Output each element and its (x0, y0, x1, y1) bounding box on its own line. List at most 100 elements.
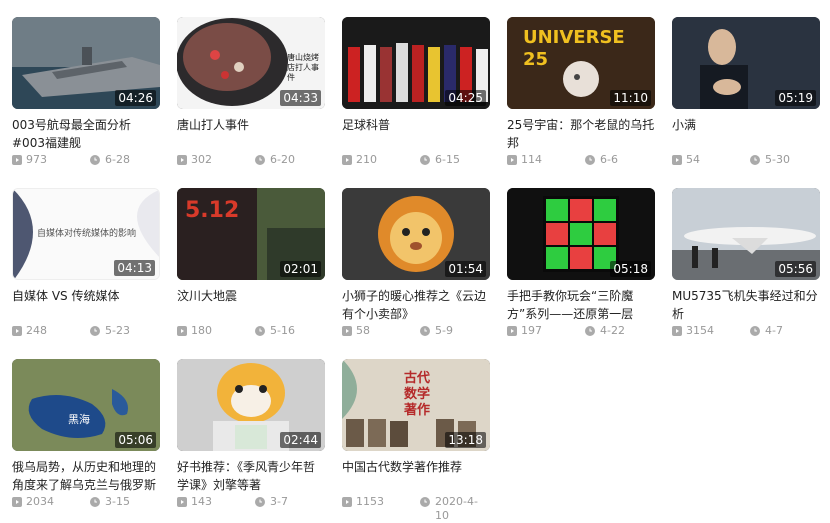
video-title[interactable]: 003号航母最全面分析#003福建舰 (12, 116, 160, 152)
duration-badge: 04:13 (114, 260, 155, 276)
upload-date: 5-23 (105, 324, 130, 337)
clock-icon (90, 497, 100, 507)
thumbnail-caption: 黑海 (68, 413, 90, 426)
upload-date: 6-6 (600, 153, 618, 166)
thumbnail-caption: 古代数学著作 (404, 371, 431, 418)
video-meta: 210 6-15 (342, 153, 490, 167)
video-card[interactable]: 01:54 小狮子的暖心推荐之《云边有个小卖部》 58 5-9 (342, 188, 490, 337)
view-count: 54 (686, 153, 700, 166)
video-title[interactable]: 小狮子的暖心推荐之《云边有个小卖部》 (342, 287, 490, 323)
video-meta: 54 5-30 (672, 153, 820, 167)
video-title[interactable]: 手把手教你玩会“三阶魔方”系列——还原第一层 (507, 287, 655, 323)
video-thumbnail[interactable]: UNIVERSE 25 11:10 (507, 17, 655, 109)
clock-icon (420, 155, 430, 165)
video-card[interactable]: 5.12 02:01 汶川大地震 180 5-16 (177, 188, 325, 337)
video-thumbnail[interactable]: 05:19 (672, 17, 820, 109)
video-meta: 197 4-22 (507, 324, 655, 338)
play-count-icon (177, 326, 187, 336)
clock-icon (255, 155, 265, 165)
duration-badge: 11:10 (610, 90, 651, 106)
video-meta: 248 5-23 (12, 324, 160, 338)
clock-icon (585, 155, 595, 165)
clock-icon (750, 326, 760, 336)
view-count: 197 (521, 324, 542, 337)
video-title[interactable]: 好书推荐：《季风青少年哲学课》刘擎等著 (177, 458, 325, 494)
upload-date: 6-15 (435, 153, 460, 166)
video-meta: 58 5-9 (342, 324, 490, 338)
play-count-icon (342, 155, 352, 165)
duration-badge: 01:54 (445, 261, 486, 277)
play-count-icon (507, 155, 517, 165)
play-count-icon (342, 497, 352, 507)
play-count-icon (507, 326, 517, 336)
video-thumbnail[interactable]: 自媒体对传统媒体的影响 04:13 (12, 188, 160, 280)
play-count-icon (12, 155, 22, 165)
video-thumbnail[interactable]: 黑海 05:06 (12, 359, 160, 451)
video-meta: 143 3-7 (177, 495, 325, 509)
video-title[interactable]: 唐山打人事件 (177, 116, 325, 152)
view-count: 1153 (356, 495, 384, 508)
video-title[interactable]: 俄乌局势，从历史和地理的角度来了解乌克兰与俄罗斯的这 (12, 458, 160, 494)
duration-badge: 04:33 (280, 90, 321, 106)
view-count: 973 (26, 153, 47, 166)
video-grid: 04:26 003号航母最全面分析#003福建舰 973 6-28 唐山烧烤店打… (0, 0, 830, 522)
view-count: 58 (356, 324, 370, 337)
view-count: 248 (26, 324, 47, 337)
video-thumbnail[interactable]: 01:54 (342, 188, 490, 280)
clock-icon (585, 326, 595, 336)
video-title[interactable]: 自媒体 VS 传统媒体 (12, 287, 160, 323)
clock-icon (255, 497, 265, 507)
clock-icon (255, 326, 265, 336)
video-card[interactable]: UNIVERSE 25 11:10 25号宇宙：那个老鼠的乌托邦 114 6-6 (507, 17, 655, 166)
duration-badge: 02:44 (280, 432, 321, 448)
video-card[interactable]: 02:44 好书推荐：《季风青少年哲学课》刘擎等著 143 3-7 (177, 359, 325, 508)
video-title[interactable]: 汶川大地震 (177, 287, 325, 323)
video-thumbnail[interactable]: 02:44 (177, 359, 325, 451)
video-thumbnail[interactable]: 05:56 (672, 188, 820, 280)
view-count: 2034 (26, 495, 54, 508)
video-card[interactable]: 05:19 小满 54 5-30 (672, 17, 820, 166)
video-card[interactable]: 04:25 足球科普 210 6-15 (342, 17, 490, 166)
video-thumbnail[interactable]: 04:26 (12, 17, 160, 109)
view-count: 302 (191, 153, 212, 166)
upload-date: 3-15 (105, 495, 130, 508)
thumbnail-caption: 5.12 (185, 198, 240, 223)
duration-badge: 05:18 (610, 261, 651, 277)
video-card[interactable]: 05:56 MU5735飞机失事经过和分析 3154 4-7 (672, 188, 820, 337)
video-thumbnail[interactable]: 04:25 (342, 17, 490, 109)
video-title[interactable]: 25号宇宙：那个老鼠的乌托邦 (507, 116, 655, 152)
view-count: 210 (356, 153, 377, 166)
video-thumbnail[interactable]: 古代数学著作 13:18 (342, 359, 490, 451)
video-card[interactable]: 自媒体对传统媒体的影响 04:13 自媒体 VS 传统媒体 248 5-23 (12, 188, 160, 337)
video-title[interactable]: 足球科普 (342, 116, 490, 152)
duration-badge: 02:01 (280, 261, 321, 277)
video-thumbnail[interactable]: 5.12 02:01 (177, 188, 325, 280)
duration-badge: 05:06 (115, 432, 156, 448)
clock-icon (90, 155, 100, 165)
clock-icon (750, 155, 760, 165)
video-card[interactable]: 04:26 003号航母最全面分析#003福建舰 973 6-28 (12, 17, 160, 166)
clock-icon (420, 497, 430, 507)
video-card[interactable]: 05:18 手把手教你玩会“三阶魔方”系列——还原第一层 197 4-22 (507, 188, 655, 337)
video-title[interactable]: 中国古代数学著作推荐 (342, 458, 490, 494)
duration-badge: 13:18 (445, 432, 486, 448)
thumbnail-caption: 唐山烧烤店打人事件 (287, 53, 319, 82)
thumbnail-caption: UNIVERSE 25 (523, 27, 625, 70)
clock-icon (90, 326, 100, 336)
upload-date: 3-7 (270, 495, 288, 508)
view-count: 114 (521, 153, 542, 166)
upload-date: 6-28 (105, 153, 130, 166)
video-card[interactable]: 唐山烧烤店打人事件 04:33 唐山打人事件 302 6-20 (177, 17, 325, 166)
video-thumbnail[interactable]: 05:18 (507, 188, 655, 280)
video-meta: 973 6-28 (12, 153, 160, 167)
video-card[interactable]: 黑海 05:06 俄乌局势，从历史和地理的角度来了解乌克兰与俄罗斯的这 2034… (12, 359, 160, 508)
video-title[interactable]: 小满 (672, 116, 820, 152)
video-title[interactable]: MU5735飞机失事经过和分析 (672, 287, 820, 323)
upload-date: 5-16 (270, 324, 295, 337)
video-thumbnail[interactable]: 唐山烧烤店打人事件 04:33 (177, 17, 325, 109)
play-count-icon (342, 326, 352, 336)
video-card[interactable]: 古代数学著作 13:18 中国古代数学著作推荐 1153 2020-4-10 (342, 359, 490, 522)
upload-date: 2020-4-10 (435, 495, 478, 522)
video-meta: 114 6-6 (507, 153, 655, 167)
upload-date: 5-9 (435, 324, 453, 337)
